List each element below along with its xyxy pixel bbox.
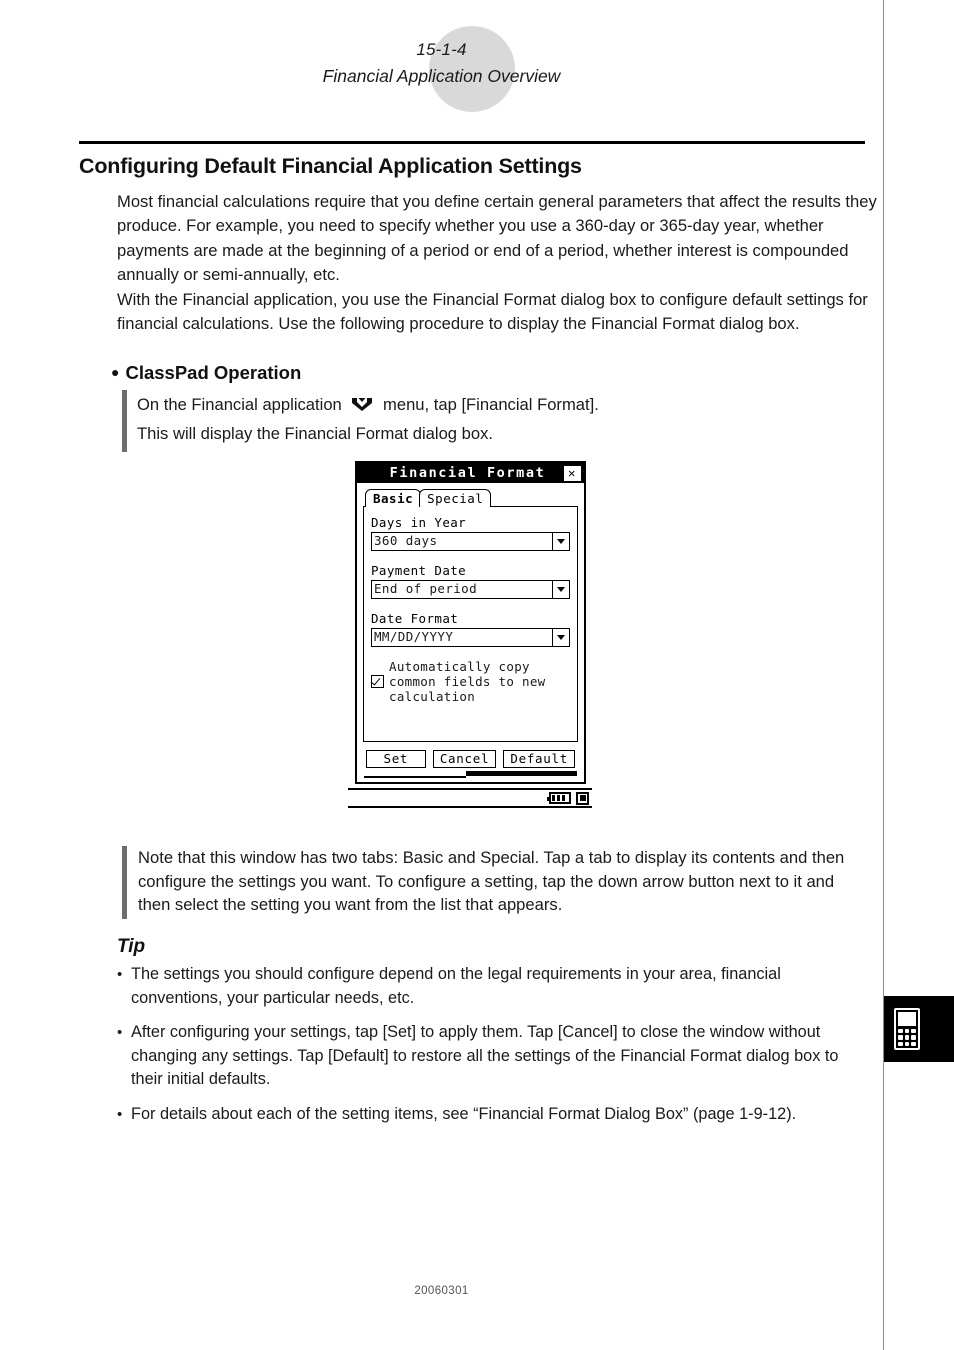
operation-step-1: On the Financial application menu, tap [… <box>137 390 862 419</box>
tip-list: • The settings you should configure depe… <box>117 963 865 1138</box>
chevron-down-icon[interactable] <box>552 533 569 550</box>
scrollbar-thumb[interactable] <box>364 771 467 778</box>
operation-step-1-suffix: menu, tap [Financial Format]. <box>383 395 599 414</box>
tip-bullet-icon: • <box>117 966 123 983</box>
tip-bullet-icon: • <box>117 1105 123 1123</box>
dialog-tabs: Basic Special <box>365 488 578 507</box>
list-item: • After configuring your settings, tap [… <box>117 1021 865 1092</box>
classpad-operation-body: On the Financial application menu, tap [… <box>122 390 862 452</box>
page-title: Configuring Default Financial Applicatio… <box>79 154 582 178</box>
tab-panel-basic: Days in Year 360 days Payment Date End o… <box>363 506 578 742</box>
quote-bar <box>122 846 127 919</box>
intro-paragraphs: Most financial calculations require that… <box>117 190 877 336</box>
payment-date-select[interactable]: End of period <box>371 580 570 599</box>
auto-copy-label-line-3: calculation <box>389 689 476 704</box>
list-item: • For details about each of the setting … <box>117 1103 865 1127</box>
classpad-device-icon <box>894 1008 920 1050</box>
date-format-value: MM/DD/YYYY <box>374 629 454 644</box>
classpad-operation-heading-label: ClassPad Operation <box>125 362 302 383</box>
days-in-year-label: Days in Year <box>371 515 467 530</box>
paragraph-2: With the Financial application, you use … <box>117 289 868 334</box>
header-text: 15-1-4 Financial Application Overview <box>0 36 883 90</box>
heading-bullet-icon: ● <box>111 364 120 380</box>
chapter-edge-tab <box>883 996 954 1062</box>
square-indicator-icon <box>576 791 589 805</box>
operation-step-1-prefix: On the Financial application <box>137 395 342 414</box>
tip-bullet-icon: • <box>117 1024 123 1042</box>
payment-date-value: End of period <box>374 581 478 596</box>
financial-format-dialog: Financial Format ✕ Basic Special Days in… <box>355 461 586 784</box>
document-page: 15-1-4 Financial Application Overview Co… <box>0 0 954 1350</box>
tip-item-text: The settings you should configure depend… <box>131 965 781 1007</box>
note-text: Note that this window has two tabs: Basi… <box>138 848 845 914</box>
close-icon[interactable]: ✕ <box>564 465 581 481</box>
set-button[interactable]: Set <box>365 750 426 768</box>
paragraph-1: Most financial calculations require that… <box>117 192 877 285</box>
payment-date-label: Payment Date <box>371 563 467 578</box>
battery-icon <box>547 792 571 804</box>
classpad-menu-icon <box>352 391 373 411</box>
tip-item-text: After configuring your settings, tap [Se… <box>131 1023 839 1089</box>
auto-copy-checkbox[interactable] <box>371 675 384 688</box>
tab-basic[interactable]: Basic <box>365 489 422 507</box>
tab-special[interactable]: Special <box>419 489 492 507</box>
dialog-button-row: Set Cancel Default <box>363 750 578 768</box>
days-in-year-value: 360 days <box>374 533 438 548</box>
date-format-label: Date Format <box>371 611 459 626</box>
header-divider <box>79 141 865 144</box>
days-in-year-select[interactable]: 360 days <box>371 532 570 551</box>
dialog-title-bar: Financial Format ✕ <box>357 463 584 483</box>
auto-copy-label-line-2: common fields to new <box>389 674 546 689</box>
classpad-operation-heading: ● ClassPad Operation <box>111 362 301 384</box>
tip-item-text: For details about each of the setting it… <box>131 1104 797 1123</box>
horizontal-scrollbar[interactable] <box>364 771 577 778</box>
cancel-button[interactable]: Cancel <box>432 750 497 768</box>
auto-copy-checkbox-row[interactable]: Automatically copy common fields to new … <box>371 659 570 704</box>
footer-document-code: 20060301 <box>414 1285 469 1297</box>
note-block: Note that this window has two tabs: Basi… <box>122 846 867 919</box>
chapter-title: Financial Application Overview <box>322 66 561 86</box>
operation-step-2: This will display the Financial Format d… <box>137 424 493 443</box>
page-edge-rule <box>883 0 884 1350</box>
auto-copy-checkbox-label: Automatically copy common fields to new … <box>389 659 546 704</box>
quote-bar <box>122 390 127 452</box>
dialog-title: Financial Format <box>389 465 546 481</box>
page-number: 15-1-4 <box>416 40 467 59</box>
chevron-down-icon[interactable] <box>552 581 569 598</box>
auto-copy-label-line-1: Automatically copy <box>389 659 530 674</box>
tip-heading: Tip <box>117 936 146 957</box>
list-item: • The settings you should configure depe… <box>117 963 865 1010</box>
classpad-screenshot: Financial Format ✕ Basic Special Days in… <box>348 461 592 808</box>
date-format-select[interactable]: MM/DD/YYYY <box>371 628 570 647</box>
dialog-body: Basic Special Days in Year 360 days Paym… <box>357 483 584 782</box>
classpad-status-bar <box>348 788 592 808</box>
page-header: 15-1-4 Financial Application Overview <box>0 0 954 130</box>
default-button[interactable]: Default <box>503 750 576 768</box>
chevron-down-icon[interactable] <box>552 629 569 646</box>
